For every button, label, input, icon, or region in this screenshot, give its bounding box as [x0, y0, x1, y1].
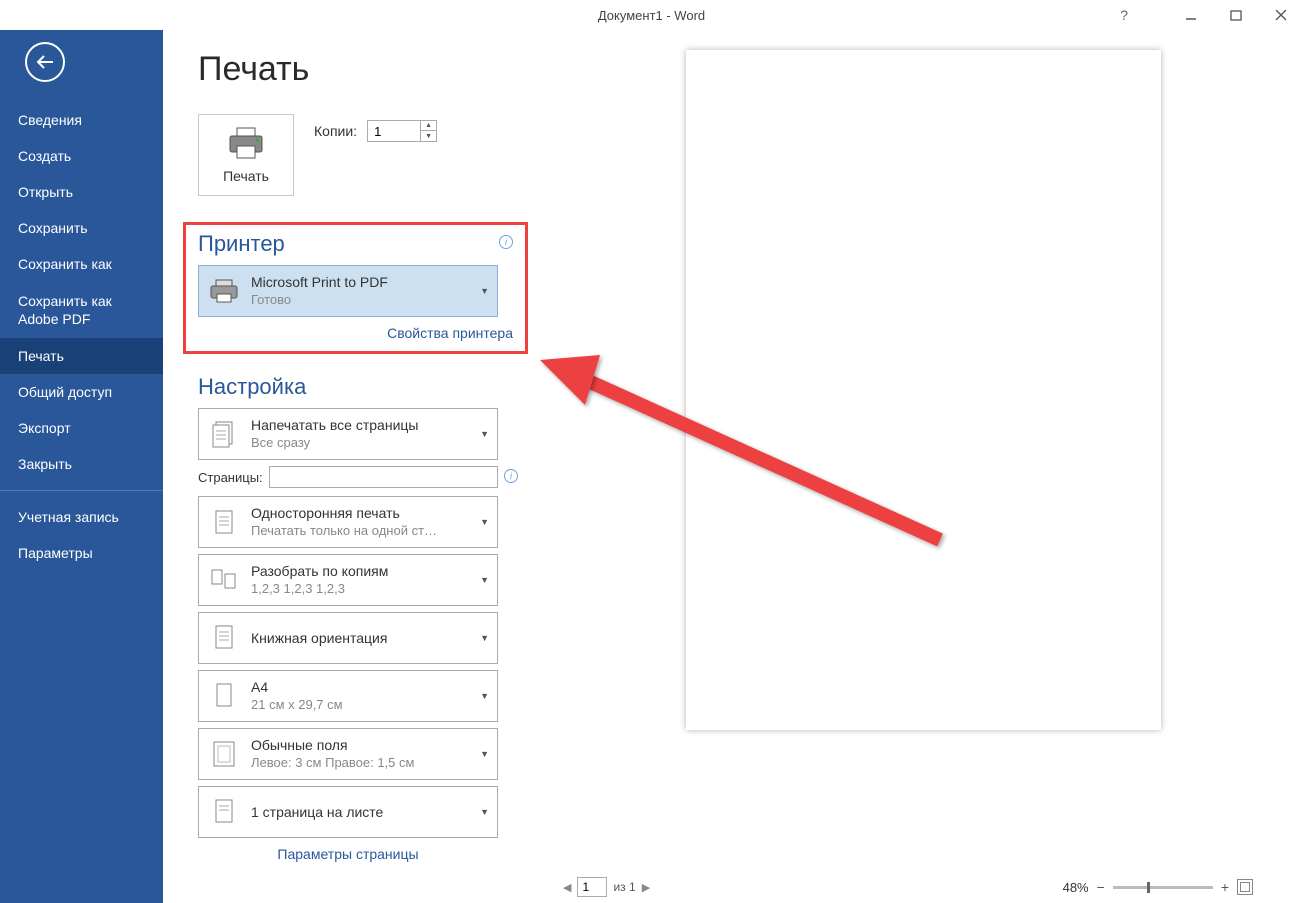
zoom-out-button[interactable]: − [1097, 879, 1105, 895]
help-icon[interactable]: ? [1120, 7, 1128, 23]
copies-up[interactable]: ▲ [421, 121, 436, 131]
zoom-controls: 48% − + [1063, 879, 1253, 895]
info-icon[interactable]: i [499, 235, 513, 249]
paper-icon [212, 681, 236, 711]
sidebar-item-info[interactable]: Сведения [0, 102, 163, 138]
maximize-button[interactable] [1213, 0, 1258, 30]
zoom-in-button[interactable]: + [1221, 879, 1229, 895]
sidebar-item-open[interactable]: Открыть [0, 174, 163, 210]
printer-status: Готово [251, 292, 470, 309]
copies-input[interactable]: 1 ▲ ▼ [367, 120, 437, 142]
orientation-selector[interactable]: Книжная ориентация ▼ [198, 612, 498, 664]
settings-section: Настройка Напечатать все страницы Все ср… [198, 374, 543, 862]
sidebar-item-options[interactable]: Параметры [0, 535, 163, 571]
per-sheet-icon [212, 797, 236, 827]
chevron-down-icon: ▼ [480, 807, 489, 817]
copies-value: 1 [368, 124, 420, 139]
paper-size-selector[interactable]: A4 21 см x 29,7 см ▼ [198, 670, 498, 722]
next-page-button[interactable]: ▶ [642, 881, 650, 894]
print-range-selector[interactable]: Напечатать все страницы Все сразу ▼ [198, 408, 498, 460]
sidebar-item-share[interactable]: Общий доступ [0, 374, 163, 410]
back-button[interactable] [25, 42, 65, 82]
zoom-slider[interactable] [1113, 886, 1213, 889]
page-navigator: ◀ из 1 ▶ [563, 877, 650, 897]
sidebar-item-print[interactable]: Печать [0, 338, 163, 374]
info-icon[interactable]: i [504, 469, 518, 483]
copies-down[interactable]: ▼ [421, 131, 436, 141]
titlebar: Документ1 - Word ? [0, 0, 1303, 30]
close-button[interactable] [1258, 0, 1303, 30]
backstage-sidebar: Сведения Создать Открыть Сохранить Сохра… [0, 30, 163, 903]
chevron-down-icon: ▼ [480, 633, 489, 643]
printer-section: Принтер i Microsoft Print to PDF Готово [183, 222, 528, 354]
chevron-down-icon: ▼ [480, 749, 489, 759]
page-setup-link[interactable]: Параметры страницы [198, 846, 498, 862]
chevron-down-icon: ▼ [480, 286, 489, 296]
page-number-input[interactable] [577, 877, 607, 897]
sidebar-item-export[interactable]: Экспорт [0, 410, 163, 446]
sidebar-item-close[interactable]: Закрыть [0, 446, 163, 482]
printer-name: Microsoft Print to PDF [251, 273, 470, 291]
portrait-icon [212, 623, 236, 653]
chevron-down-icon: ▼ [480, 691, 489, 701]
sidebar-item-save[interactable]: Сохранить [0, 210, 163, 246]
page-count-label: из 1 [613, 880, 635, 894]
printer-selector[interactable]: Microsoft Print to PDF Готово ▼ [198, 265, 498, 317]
preview-panel: ◀ из 1 ▶ 48% − + [543, 30, 1303, 903]
pages-input[interactable] [269, 466, 498, 488]
sidebar-separator [0, 490, 163, 491]
print-button[interactable]: Печать [198, 114, 294, 196]
copies-label: Копии: [314, 123, 357, 139]
settings-heading: Настройка [198, 374, 543, 400]
pages-per-sheet-selector[interactable]: 1 страница на листе ▼ [198, 786, 498, 838]
collate-icon [209, 566, 239, 594]
chevron-down-icon: ▼ [480, 517, 489, 527]
printer-device-icon [208, 278, 240, 304]
zoom-fit-button[interactable] [1237, 879, 1253, 895]
pages-label: Страницы: [198, 470, 263, 485]
prev-page-button[interactable]: ◀ [563, 881, 571, 894]
zoom-percentage: 48% [1063, 880, 1089, 895]
printer-icon [225, 126, 267, 162]
sides-selector[interactable]: Односторонняя печать Печатать только на … [198, 496, 498, 548]
margins-icon [211, 739, 237, 769]
chevron-down-icon: ▼ [480, 429, 489, 439]
printer-heading: Принтер i [198, 231, 513, 257]
pages-icon [210, 419, 238, 449]
sidebar-item-saveas-pdf[interactable]: Сохранить как Adobe PDF [0, 282, 163, 338]
print-button-label: Печать [223, 168, 269, 184]
window-title: Документ1 - Word [598, 8, 705, 23]
sidebar-item-account[interactable]: Учетная запись [0, 499, 163, 535]
page-title: Печать [198, 50, 543, 89]
sidebar-item-new[interactable]: Создать [0, 138, 163, 174]
chevron-down-icon: ▼ [480, 575, 489, 585]
margins-selector[interactable]: Обычные поля Левое: 3 см Правое: 1,5 см … [198, 728, 498, 780]
collate-selector[interactable]: Разобрать по копиям 1,2,3 1,2,3 1,2,3 ▼ [198, 554, 498, 606]
window-controls [1168, 0, 1303, 30]
minimize-button[interactable] [1168, 0, 1213, 30]
arrow-left-icon [34, 51, 56, 73]
sidebar-item-saveas[interactable]: Сохранить как [0, 246, 163, 282]
page-preview [686, 50, 1161, 730]
printer-properties-link[interactable]: Свойства принтера [198, 325, 513, 341]
one-sided-icon [210, 507, 238, 537]
print-settings-panel: Печать Печать Копии: 1 [163, 30, 543, 903]
